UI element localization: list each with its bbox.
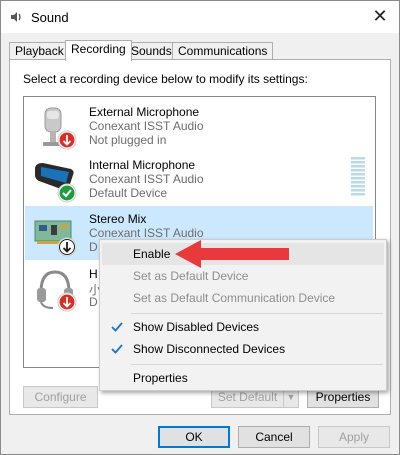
internal-microphone-icon	[35, 163, 77, 203]
menu-item-properties[interactable]: Properties	[102, 367, 384, 389]
instruction-text: Select a recording device below to modif…	[23, 72, 308, 86]
configure-button[interactable]: Configure	[23, 386, 98, 408]
sound-card-icon	[34, 220, 77, 257]
tab-recording[interactable]: Recording	[65, 40, 132, 61]
device-name: Stereo Mix	[89, 212, 147, 226]
external-microphone-icon	[43, 107, 77, 150]
tab-playback[interactable]: Playback	[9, 42, 70, 60]
tab-sounds[interactable]: Sounds	[125, 42, 178, 60]
close-button[interactable]: ✕	[369, 5, 391, 27]
window-title: Sound	[31, 10, 69, 25]
apply-button[interactable]: Apply	[318, 426, 390, 448]
menu-item-show-disconnected-devices[interactable]: Show Disconnected Devices	[102, 338, 384, 360]
menu-item-show-disabled-devices[interactable]: Show Disabled Devices	[102, 316, 384, 338]
device-status: Not plugged in	[89, 133, 167, 147]
title-bar: Sound ✕	[1, 1, 399, 33]
menu-separator	[131, 364, 383, 365]
chevron-down-icon: ▼	[286, 392, 296, 402]
ok-button[interactable]: OK	[158, 426, 230, 448]
device-driver: Conexant ISST Audio	[89, 119, 204, 133]
menu-item-set-default-communication-device[interactable]: Set as Default Communication Device	[102, 287, 384, 309]
checkmark-icon	[111, 344, 123, 354]
device-status: Default Device	[89, 186, 168, 200]
menu-item-label: Show Disabled Devices	[133, 320, 260, 334]
checkmark-icon	[111, 322, 123, 332]
device-name: External Microphone	[89, 105, 200, 119]
cancel-button[interactable]: Cancel	[238, 426, 310, 448]
menu-separator	[131, 313, 383, 314]
headset-icon	[37, 270, 77, 312]
tab-communications[interactable]: Communications	[172, 42, 274, 60]
device-status: D	[89, 295, 98, 309]
device-name: Internal Microphone	[89, 158, 196, 172]
device-driver: Conexant ISST Audio	[89, 172, 204, 186]
menu-item-label: Show Disconnected Devices	[133, 342, 286, 356]
device-internal-microphone[interactable]: Internal Microphone Conexant ISST Audio …	[25, 152, 373, 206]
speaker-icon	[11, 12, 21, 22]
level-meter	[351, 157, 365, 196]
device-status: D	[89, 240, 98, 254]
device-name: H	[89, 267, 98, 281]
device-external-microphone[interactable]: External Microphone Conexant ISST Audio …	[25, 99, 373, 153]
sound-dialog: Sound ✕ Playback Recording Sounds Commun…	[0, 0, 400, 455]
annotation-arrow-icon	[175, 240, 289, 268]
